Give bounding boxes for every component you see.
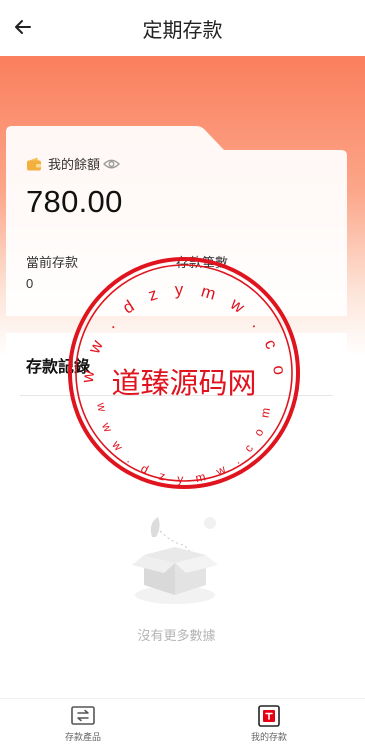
current-deposit-value: 0 — [26, 276, 34, 291]
header: 定期存款 — [0, 0, 365, 56]
empty-state-text: 沒有更多數據 — [137, 629, 216, 644]
current-deposit-label: 當前存款 — [26, 256, 79, 271]
empty-box-icon — [132, 517, 218, 604]
deposit-count-label: 存款筆數 — [176, 256, 229, 271]
deposit-count-stat: 存款筆數 — [176, 252, 228, 271]
balance-label-row: 我的餘額 — [26, 154, 120, 173]
nav-item-my-deposit[interactable]: 我的存款 — [229, 705, 309, 743]
deposit-products-icon — [71, 706, 95, 725]
balance-card: 我的餘額 780.00 當前存款 0 存款筆數 — [6, 126, 347, 316]
divider — [20, 395, 333, 396]
eye-icon[interactable] — [103, 158, 120, 170]
records-title: 存款記錄 — [26, 357, 91, 376]
bottom-nav: 存款產品 我的存款 — [0, 698, 365, 745]
wallet-icon — [27, 157, 41, 170]
my-deposit-icon — [258, 705, 280, 727]
nav-label-deposit-products: 存款產品 — [64, 733, 101, 743]
records-section: 存款記錄 沒有更多數據 — [6, 333, 347, 703]
current-deposit-stat: 當前存款 0 — [26, 252, 78, 291]
nav-item-deposit-products[interactable]: 存款產品 — [43, 705, 123, 743]
balance-amount: 780.00 — [26, 184, 123, 219]
balance-label: 我的餘額 — [48, 158, 101, 173]
nav-label-my-deposit: 我的存款 — [250, 733, 287, 743]
page-title: 定期存款 — [142, 18, 223, 42]
